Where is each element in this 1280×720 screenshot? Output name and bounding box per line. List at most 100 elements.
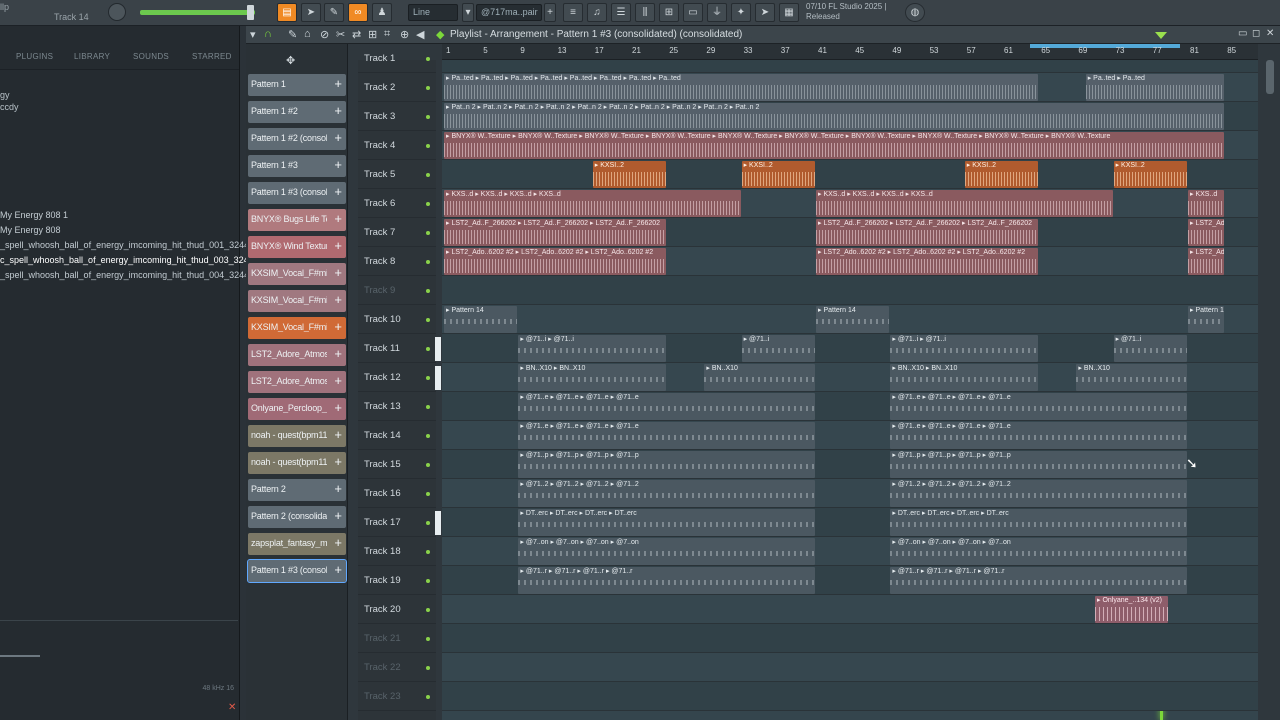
track-header[interactable]: Track 8 <box>358 247 436 276</box>
picker-item[interactable]: KXSIM_Vocal_F#min... + <box>248 290 346 312</box>
track-header[interactable]: Track 6 <box>358 189 436 218</box>
track-header[interactable]: Track 14 <box>358 421 436 450</box>
playlist-clip[interactable]: ▸ @71..e ▸ @71..e ▸ @71..e ▸ @71..e <box>518 422 815 449</box>
playlist-clip[interactable]: ▸ KXSI..2 <box>964 161 1039 188</box>
track-enable-led[interactable] <box>426 434 430 438</box>
browser-item[interactable]: _spell_whoosh_ball_of_energy_imcoming_hi… <box>0 240 254 250</box>
slip-icon[interactable]: ⇄ <box>352 28 361 41</box>
add-pattern-icon[interactable]: + <box>334 347 342 361</box>
globe-icon[interactable]: ◍ <box>905 3 925 22</box>
playlist-clip[interactable]: ▸ LST2_Ad..F_266202 ▸ LST2_Ad..F_266202 … <box>444 219 667 246</box>
track-enable-led[interactable] <box>426 86 430 90</box>
track-enable-led[interactable] <box>426 463 430 467</box>
track-header[interactable]: Track 16 <box>358 479 436 508</box>
playlist-clip[interactable]: ▸ @71..i <box>1113 335 1187 362</box>
playlist-clip[interactable]: ▸ @71..2 ▸ @71..2 ▸ @71..2 ▸ @71..2 <box>890 480 1187 507</box>
playlist-clip[interactable]: ▸ LST2_Ad..F_266202 <box>1188 219 1225 246</box>
playlist-clip[interactable]: ▸ @7..on ▸ @7..on ▸ @7..on ▸ @7..on <box>518 538 815 565</box>
track-lane[interactable] <box>442 653 1258 682</box>
track-enable-led[interactable] <box>426 695 430 699</box>
add-pattern-icon[interactable]: + <box>334 293 342 307</box>
browser-icon[interactable]: ⊞ <box>659 3 679 22</box>
picker-pin-icon[interactable]: ✥ <box>286 54 295 67</box>
zoom-icon[interactable]: ⊕ <box>400 28 409 41</box>
track-enable-led[interactable] <box>426 376 430 380</box>
send-icon[interactable]: ➤ <box>755 3 775 22</box>
playlist-clip[interactable]: ▸ BNYX® W..Texture ▸ BNYX® W..Texture ▸ … <box>444 132 1225 159</box>
playlist-clip[interactable]: ▸ @71..i ▸ @71..i <box>890 335 1039 362</box>
playlist-clip[interactable]: ▸ @71..e ▸ @71..e ▸ @71..e ▸ @71..e <box>890 393 1187 420</box>
pencil-icon[interactable]: ✎ <box>324 3 344 22</box>
picker-item[interactable]: noah - quest(bpm11... + <box>248 452 346 474</box>
picker-item[interactable]: zapsplat_fantasy_m... + <box>248 533 346 555</box>
playlist-icon[interactable]: ≡ <box>563 3 583 22</box>
playlist-clip[interactable]: ▸ @71..e ▸ @71..e ▸ @71..e ▸ @71..e <box>518 393 815 420</box>
track-lane[interactable] <box>442 682 1258 711</box>
pattern-selector[interactable]: @717ma..pair <box>476 4 542 21</box>
track-enable-led[interactable] <box>426 202 430 206</box>
add-pattern-icon[interactable]: + <box>334 266 342 280</box>
snap-mode-select[interactable]: Line <box>408 4 458 21</box>
track-enable-led[interactable] <box>426 260 430 264</box>
track-header[interactable]: Track 10 <box>358 305 436 334</box>
picker-item[interactable]: Pattern 1 #2 (consoli... + <box>248 128 346 150</box>
master-volume-thumb[interactable] <box>247 5 254 20</box>
playlist-clip[interactable]: ▸ LST2_Ado..6202 #2 <box>1188 248 1225 275</box>
playlist-clip[interactable]: ▸ LST2_Ado..6202 #2 ▸ LST2_Ado..6202 #2 … <box>444 248 667 275</box>
playlist-clip[interactable]: ▸ @7..on ▸ @7..on ▸ @7..on ▸ @7..on <box>890 538 1187 565</box>
track-enable-led[interactable] <box>426 666 430 670</box>
playback-icon[interactable]: ◀ <box>416 28 424 41</box>
track-enable-led[interactable] <box>426 115 430 119</box>
playlist-clip[interactable]: ▸ @71..p ▸ @71..p ▸ @71..p ▸ @71..p <box>890 451 1187 478</box>
track-header[interactable]: Track 18 <box>358 537 436 566</box>
minimize-icon[interactable]: ▭ <box>1238 28 1247 39</box>
track-enable-led[interactable] <box>426 405 430 409</box>
picker-item[interactable]: noah - quest(bpm11... + <box>248 425 346 447</box>
vertical-scrollbar[interactable] <box>1266 60 1274 94</box>
track-header[interactable]: Track 12 <box>358 363 441 392</box>
track-lane[interactable] <box>442 276 1258 305</box>
channel-rack-icon[interactable]: ☰ <box>611 3 631 22</box>
browser-item[interactable]: _spell_whoosh_ball_of_energy_imcoming_hi… <box>0 270 254 280</box>
playlist-clip[interactable]: ▸ Pattern 14 <box>444 306 518 333</box>
delete-icon[interactable]: ⊘ <box>320 28 329 41</box>
track-header[interactable]: Track 9 <box>358 276 436 305</box>
playlist-clip[interactable]: ▸ DT..erc ▸ DT..erc ▸ DT..erc ▸ DT..erc <box>890 509 1187 536</box>
picker-item[interactable]: Pattern 1 #3 (consoli... + <box>247 559 347 583</box>
playlist-clip[interactable]: ▸ Pattern 14 <box>1188 306 1225 333</box>
playlist-clip[interactable]: ▸ @71..p ▸ @71..p ▸ @71..p ▸ @71..p <box>518 451 815 478</box>
add-pattern-icon[interactable]: + <box>334 158 342 172</box>
playlist-clip[interactable]: ▸ @71..r ▸ @71..r ▸ @71..r ▸ @71..r <box>890 567 1187 594</box>
playlist-clip[interactable]: ▸ @71..i <box>741 335 815 362</box>
draw-icon[interactable]: ✎ <box>288 28 297 41</box>
stamp-icon[interactable]: ♟ <box>372 3 392 22</box>
track-enable-led[interactable] <box>426 57 430 61</box>
slice-icon[interactable]: ⊞ <box>368 28 377 41</box>
tab-library[interactable]: LIBRARY <box>74 52 110 61</box>
track-header[interactable]: Track 11 <box>358 334 441 363</box>
picker-item[interactable]: Pattern 1 #3 (consoli... + <box>248 182 346 204</box>
maximize-icon[interactable]: ◻ <box>1252 28 1260 39</box>
playlist-clip[interactable]: ▸ LST2_Ad..F_266202 ▸ LST2_Ad..F_266202 … <box>816 219 1039 246</box>
track-header[interactable]: Track 4 <box>358 131 436 160</box>
master-volume-slider[interactable] <box>140 10 255 15</box>
track-header[interactable]: Track 1 <box>358 44 436 73</box>
track-header[interactable]: Track 22 <box>358 653 436 682</box>
tools-icon[interactable]: ✦ <box>731 3 751 22</box>
playhead-marker-icon[interactable] <box>1155 32 1168 39</box>
picker-item[interactable]: Pattern 1 #3 + <box>248 155 346 177</box>
playlist-clip[interactable]: ▸ @71..r ▸ @71..r ▸ @71..r ▸ @71..r <box>518 567 815 594</box>
track-header[interactable]: Track 20 <box>358 595 436 624</box>
picker-item[interactable]: Pattern 2 + <box>248 479 346 501</box>
project-icon[interactable]: ▭ <box>683 3 703 22</box>
arrow-down-icon[interactable]: ▾ <box>250 28 256 41</box>
add-pattern-icon[interactable]: + <box>334 239 342 253</box>
picker-item[interactable]: BNYX® Bugs Life Te... + <box>248 209 346 231</box>
close-icon[interactable]: ✕ <box>228 702 236 713</box>
picker-item[interactable]: Pattern 1 + <box>248 74 346 96</box>
plugin-icon[interactable]: ⏚ <box>707 3 727 22</box>
timeline-ruler[interactable]: 1 5 9 13 17 21 25 29 33 37 41 45 49 53 57 61 65 69 73 77 81 8… <box>442 44 1258 60</box>
paint-icon[interactable]: ⌂ <box>304 28 311 40</box>
add-pattern-icon[interactable]: + <box>334 428 342 442</box>
track-enable-led[interactable] <box>426 144 430 148</box>
